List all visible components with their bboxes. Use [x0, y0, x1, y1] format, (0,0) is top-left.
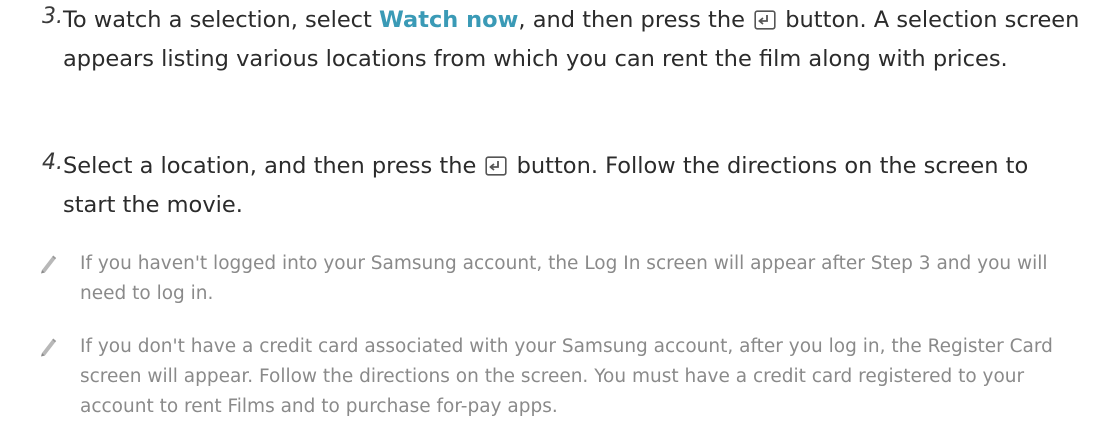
step-text-part: Select a location, and then press the [63, 153, 484, 179]
watch-now-highlight: Watch now [379, 7, 519, 33]
note-text: If you haven't logged into your Samsung … [80, 253, 1048, 304]
enter-button-icon [485, 151, 508, 187]
step-number: 3. [42, 4, 63, 29]
step-text-part: , and then press the [518, 7, 753, 33]
note-text: If you don't have a credit card associat… [80, 336, 1053, 417]
enter-button-icon [754, 5, 776, 41]
pencil-icon [38, 253, 58, 279]
step-text-part: To watch a selection, select [63, 7, 380, 33]
pencil-icon [38, 336, 58, 362]
step-text: To watch a selection, select Watch now, … [63, 2, 1083, 77]
step-text: Select a location, and then press the bu… [63, 148, 1083, 223]
step-number: 4. [42, 150, 63, 175]
manual-page: 3. To watch a selection, select Watch no… [0, 0, 1095, 446]
